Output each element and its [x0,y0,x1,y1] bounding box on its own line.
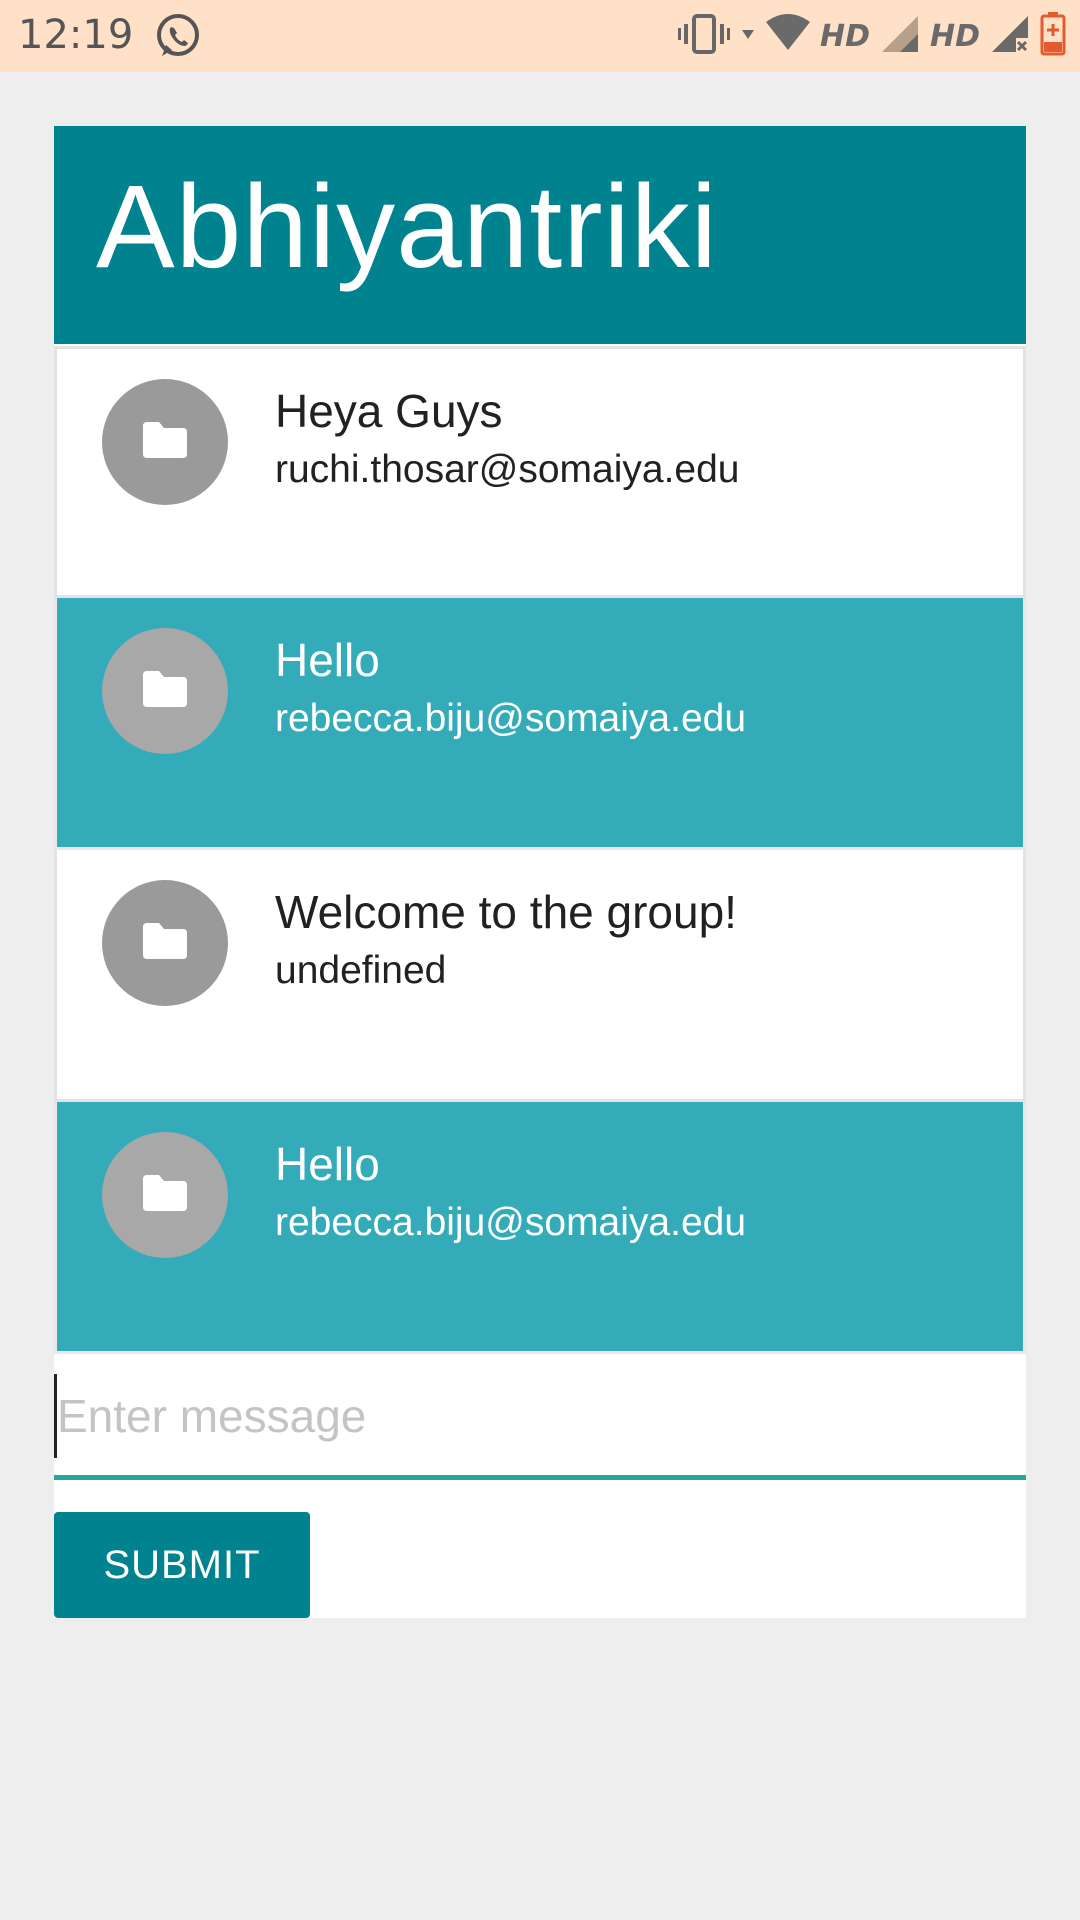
folder-icon [141,1173,189,1217]
message-item[interactable]: Welcome to the group! undefined [54,850,1026,1102]
message-author: rebecca.biju@somaiya.edu [275,697,747,740]
message-text: Welcome to the group! undefined [275,884,737,1002]
message-item[interactable]: Hello rebecca.biju@somaiya.edu [54,598,1026,850]
network-label-1: HD [819,18,870,54]
avatar [102,379,228,505]
battery-low-icon [1040,12,1066,60]
status-bar: 12:19 HD HD [0,0,1080,72]
message-list[interactable]: Heya Guys ruchi.thosar@somaiya.edu Hello… [54,346,1026,1354]
message-body: Welcome to the group! [275,886,737,938]
message-author: ruchi.thosar@somaiya.edu [275,448,740,491]
network-label-2: HD [929,18,980,54]
signal-no-service-icon [990,14,1030,58]
status-time: 12:19 [18,12,134,58]
message-text: Hello rebecca.biju@somaiya.edu [275,1136,746,1254]
app-header: Abhiyantriki [54,126,1026,344]
avatar [102,628,228,754]
folder-icon [141,921,189,965]
avatar [102,880,228,1006]
submit-button[interactable]: SUBMIT [54,1512,310,1618]
folder-icon [141,669,189,713]
folder-icon [141,420,189,464]
message-item[interactable]: Heya Guys ruchi.thosar@somaiya.edu [54,346,1026,598]
wifi-icon [765,14,810,58]
message-author: rebecca.biju@somaiya.edu [275,1201,747,1244]
message-body: Hello [275,1138,380,1190]
message-author: undefined [275,949,447,992]
whatsapp-icon [154,12,202,60]
vibrate-icon [677,12,730,60]
data-arrow-icon [740,26,756,46]
message-body: Heya Guys [275,385,503,437]
chat-card: Abhiyantriki Heya Guys ruchi.thosar@soma… [54,126,1026,1618]
signal-icon [880,14,920,58]
message-body: Hello [275,634,380,686]
status-icons: HD HD [677,10,1066,62]
message-item[interactable]: Hello rebecca.biju@somaiya.edu [54,1102,1026,1354]
message-text: Heya Guys ruchi.thosar@somaiya.edu [275,383,739,501]
message-text: Hello rebecca.biju@somaiya.edu [275,632,746,750]
message-input-container [54,1356,1026,1480]
avatar [102,1132,228,1258]
app-title: Abhiyantriki [96,161,718,293]
message-input[interactable] [54,1374,1026,1458]
